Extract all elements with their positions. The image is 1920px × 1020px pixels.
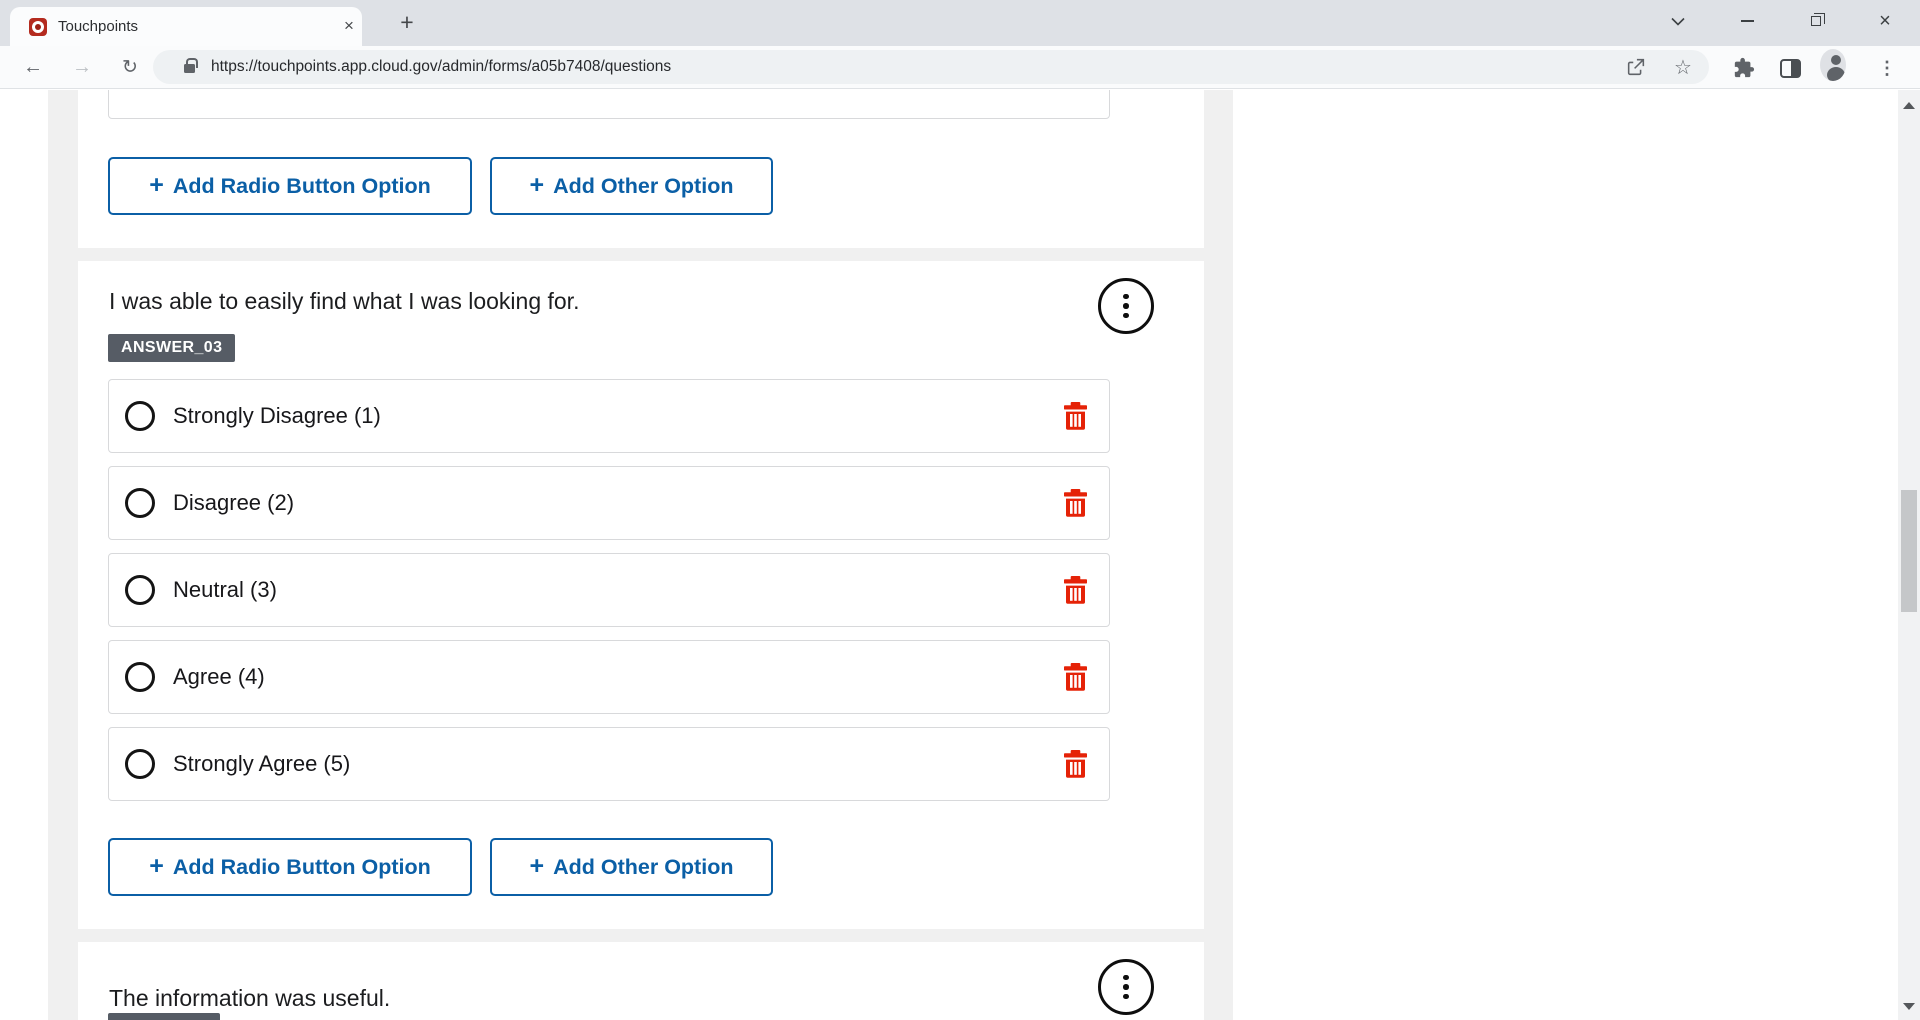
touchpoints-favicon-icon: [29, 18, 47, 36]
forward-button[interactable]: →: [62, 46, 102, 88]
address-bar[interactable]: https://touchpoints.app.cloud.gov/admin/…: [153, 50, 1709, 84]
share-icon[interactable]: [1624, 55, 1648, 79]
url-text[interactable]: https://touchpoints.app.cloud.gov/admin/…: [211, 50, 671, 84]
window-close-icon: ×: [1879, 10, 1891, 32]
add-other-option-button[interactable]: + Add Other Option: [490, 838, 773, 896]
option-label: Strongly Disagree (1): [173, 403, 381, 428]
secure-lock-icon[interactable]: [184, 58, 198, 73]
profile-avatar[interactable]: [1820, 49, 1846, 81]
question-card-partial: + Add Radio Button Option + Add Other Op…: [78, 90, 1204, 248]
question-text: The information was useful.: [109, 985, 391, 1011]
plus-icon: +: [149, 851, 164, 880]
delete-option-trash-icon[interactable]: [1063, 402, 1088, 430]
delete-option-trash-icon[interactable]: [1063, 663, 1088, 691]
option-label: Neutral (3): [173, 577, 277, 602]
radio-button[interactable]: [125, 401, 155, 431]
answer-field-badge: ANSWER_03: [108, 334, 236, 362]
option-row: Strongly Disagree (1): [108, 379, 1110, 453]
question-text: I was able to easily find what I was loo…: [109, 288, 580, 314]
kebab-dot: [1123, 974, 1129, 981]
tab-title: Touchpoints: [58, 18, 139, 35]
scroll-down-arrow-icon[interactable]: [1903, 1003, 1915, 1010]
page-scrollbar[interactable]: [1898, 90, 1920, 1020]
questions-list-container: + Add Radio Button Option + Add Other Op…: [48, 90, 1233, 1020]
bookmark-star-icon[interactable]: ☆: [1671, 55, 1695, 79]
option-label: Strongly Agree (5): [173, 751, 351, 776]
option-label: Disagree (2): [173, 490, 295, 515]
option-row: Neutral (3): [108, 553, 1110, 627]
plus-icon: +: [529, 170, 545, 199]
back-button[interactable]: ←: [13, 46, 53, 88]
person-icon: [1820, 49, 1846, 81]
kebab-dot: [1123, 303, 1129, 309]
add-other-option-button[interactable]: + Add Other Option: [490, 157, 773, 215]
add-radio-option-label: Add Radio Button Option: [172, 854, 431, 879]
plus-icon: +: [529, 851, 545, 880]
delete-option-trash-icon[interactable]: [1063, 489, 1088, 517]
option-row-partial: [108, 90, 1110, 119]
option-label: Agree (4): [173, 664, 265, 689]
browser-menu-kebab-icon[interactable]: ⋮: [1874, 55, 1900, 81]
minimize-icon: [1740, 20, 1754, 22]
new-tab-button[interactable]: +: [393, 9, 421, 37]
scroll-up-arrow-icon[interactable]: [1903, 102, 1915, 109]
page-content: + Add Radio Button Option + Add Other Op…: [0, 90, 1920, 1020]
browser-tab[interactable]: Touchpoints ×: [10, 7, 362, 46]
kebab-dot: [1123, 984, 1129, 990]
option-row: Agree (4): [108, 640, 1110, 714]
add-radio-option-label: Add Radio Button Option: [172, 173, 431, 198]
add-other-option-label: Add Other Option: [553, 854, 734, 879]
delete-option-trash-icon[interactable]: [1063, 750, 1088, 778]
option-row: Strongly Agree (5): [108, 727, 1110, 801]
side-panel-icon[interactable]: [1777, 55, 1803, 81]
add-other-option-label: Add Other Option: [553, 173, 734, 198]
answer-field-badge-partial: [108, 1013, 220, 1020]
tab-strip: Touchpoints × + ×: [0, 0, 1920, 46]
question-card-answer-03: I was able to easily find what I was loo…: [78, 261, 1204, 929]
question-card-next: The information was useful.: [78, 942, 1204, 1020]
kebab-dot: [1123, 312, 1129, 319]
browser-toolbar: ← → ↻ https://touchpoints.app.cloud.gov/…: [0, 46, 1920, 89]
window-close-button[interactable]: ×: [1863, 5, 1907, 37]
kebab-dot: [1123, 993, 1129, 1000]
radio-button[interactable]: [125, 662, 155, 692]
scrollbar-thumb[interactable]: [1901, 490, 1917, 612]
radio-button[interactable]: [125, 575, 155, 605]
extensions-puzzle-icon[interactable]: [1731, 55, 1757, 81]
option-row: Disagree (2): [108, 466, 1110, 540]
plus-icon: +: [149, 170, 164, 199]
window-minimize-button[interactable]: [1725, 5, 1769, 37]
kebab-dot: [1123, 293, 1129, 300]
question-menu-button[interactable]: [1098, 278, 1154, 334]
radio-button[interactable]: [125, 749, 155, 779]
reload-button[interactable]: ↻: [110, 46, 150, 88]
tab-close-icon[interactable]: ×: [338, 15, 360, 37]
delete-option-trash-icon[interactable]: [1063, 576, 1088, 604]
tab-search-chevron-icon[interactable]: [1656, 5, 1700, 37]
question-menu-button[interactable]: [1098, 959, 1154, 1015]
radio-button[interactable]: [125, 488, 155, 518]
add-radio-option-button[interactable]: + Add Radio Button Option: [108, 157, 472, 215]
restore-icon: [1811, 12, 1825, 26]
window-restore-button[interactable]: [1794, 5, 1838, 37]
option-rows: Strongly Disagree (1) Disagree (2) Neutr…: [108, 379, 1110, 814]
add-radio-option-button[interactable]: + Add Radio Button Option: [108, 838, 472, 896]
